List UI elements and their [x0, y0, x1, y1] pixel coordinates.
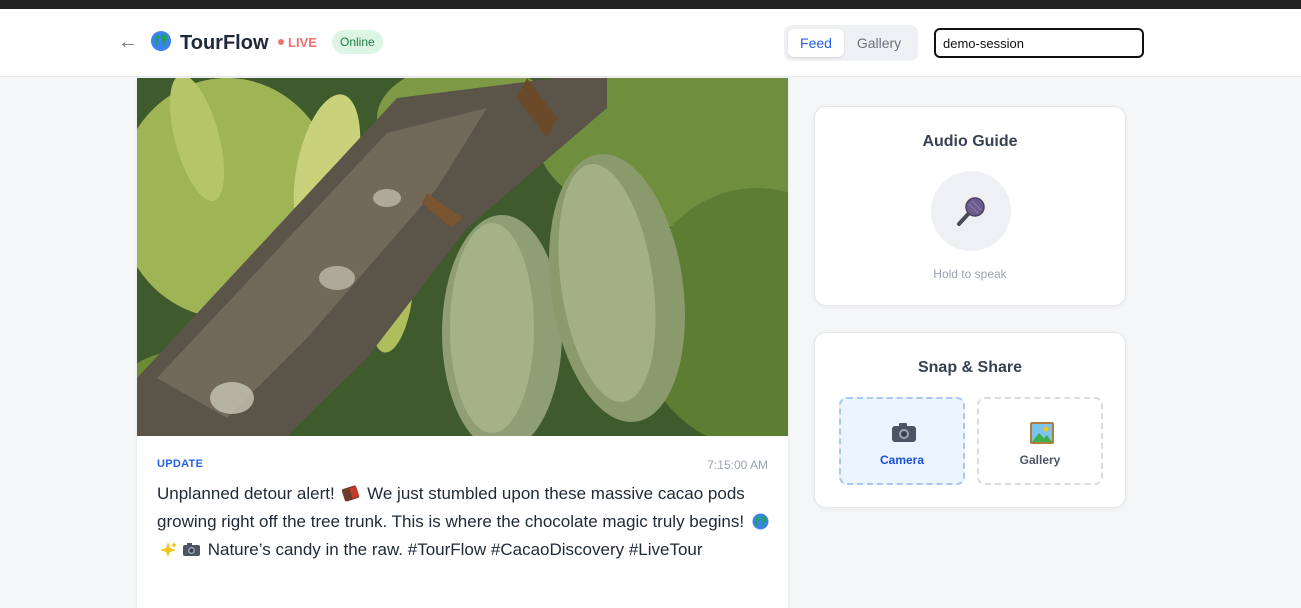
post-text-part: Nature’s candy in the raw. #TourFlow #Ca… — [203, 540, 703, 559]
microphone-icon — [957, 197, 985, 226]
post-type-label: UPDATE — [157, 458, 204, 470]
audio-guide-title: Audio Guide — [922, 133, 1018, 150]
post-text-part: Unplanned detour alert! — [157, 484, 340, 503]
live-indicator: LIVE — [278, 35, 317, 51]
hold-to-speak-hint: Hold to speak — [933, 267, 1007, 281]
gallery-label: Gallery — [1019, 453, 1061, 467]
camera-icon — [892, 423, 916, 442]
snap-share-title: Snap & Share — [917, 359, 1023, 376]
snap-share-panel: Snap & Share Camera Gallery — [814, 332, 1126, 508]
camera-icon — [183, 543, 200, 556]
picture-icon — [1030, 422, 1054, 444]
post-photo — [137, 78, 788, 436]
globe-icon — [151, 31, 171, 51]
post-timestamp: 7:15:00 AM — [707, 458, 768, 472]
camera-label: Camera — [879, 453, 925, 467]
post-text: Unplanned detour alert! We just stumbled… — [157, 480, 772, 564]
live-dot-icon — [278, 39, 284, 45]
app-header: ← TourFlow LIVE Online Feed Gallery — [0, 9, 1301, 77]
chocolate-bar-icon — [342, 485, 360, 502]
gallery-button[interactable]: Gallery — [977, 397, 1103, 485]
status-badge: Online — [332, 30, 383, 54]
session-input[interactable] — [934, 28, 1144, 58]
globe-icon — [752, 513, 769, 530]
feed-post-card: UPDATE 7:15:00 AM Unplanned detour alert… — [137, 78, 788, 608]
tab-gallery[interactable]: Gallery — [848, 29, 910, 57]
back-arrow-icon[interactable]: ← — [118, 30, 138, 54]
camera-button[interactable]: Camera — [839, 397, 965, 485]
window-top-bar — [0, 0, 1301, 9]
view-switcher: Feed Gallery — [784, 25, 918, 61]
hold-to-speak-button[interactable] — [931, 171, 1011, 251]
live-label: LIVE — [288, 35, 317, 50]
app-title: TourFlow — [180, 32, 269, 54]
tab-feed[interactable]: Feed — [788, 29, 844, 57]
audio-guide-panel: Audio Guide Hold to speak — [814, 106, 1126, 306]
sparkles-icon — [160, 542, 177, 557]
